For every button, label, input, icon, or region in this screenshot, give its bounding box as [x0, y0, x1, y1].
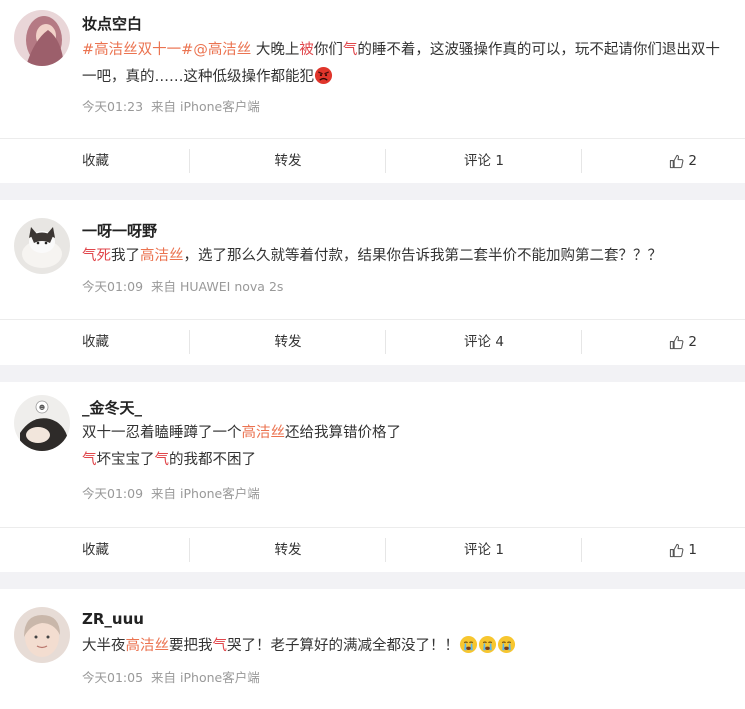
comment-text: 双十一忍着瞌睡蹲了一个高洁丝还给我算错价格了 气坏宝宝了气的我都不困了	[82, 420, 732, 474]
comment-meta: 今天01:09 来自 iPhone客户端	[82, 483, 260, 502]
text-segment: 你们	[313, 42, 343, 58]
text-segment: ，选了那么久就等着付款，结果你告诉我第二套半价不能加购第二套？？？	[183, 248, 663, 264]
like-count: 2	[688, 334, 697, 350]
thumbs-up-icon	[670, 154, 684, 168]
like-button[interactable]: 2	[582, 320, 745, 364]
timestamp: 今天01:23	[82, 99, 144, 114]
text-segment: 还给我算错价格了	[285, 425, 401, 441]
comment-meta: 今天01:23 来自 iPhone客户端	[82, 96, 260, 115]
crying-face-emoji-icon	[459, 635, 478, 654]
keyword-highlight[interactable]: 高洁丝	[126, 638, 170, 654]
timestamp: 今天01:09	[82, 486, 144, 501]
action-bar: 收藏 转发 评论 1 2	[0, 138, 745, 183]
comment-card: ☻ _金冬天_ 双十一忍着瞌睡蹲了一个高洁丝还给我算错价格了 气坏宝宝了气的我都不…	[0, 382, 745, 572]
keyword-highlight[interactable]: 高洁丝	[242, 425, 286, 441]
favorite-button[interactable]: 收藏	[0, 528, 190, 572]
repost-button[interactable]: 转发	[190, 320, 386, 364]
keyword-highlight: 气	[212, 638, 228, 654]
comment-text: 气死我了高洁丝，选了那么久就等着付款，结果你告诉我第二套半价不能加购第二套？？？	[82, 243, 732, 270]
comment-meta: 今天01:09 来自 HUAWEI nova 2s	[82, 276, 283, 295]
avatar[interactable]	[14, 607, 70, 663]
avatar[interactable]: ☻	[14, 395, 70, 451]
source-client: 来自 HUAWEI nova 2s	[151, 279, 284, 294]
repost-button[interactable]: 转发	[190, 528, 386, 572]
source-client: 来自 iPhone客户端	[151, 670, 260, 685]
comment-card: 一呀一呀野 气死我了高洁丝，选了那么久就等着付款，结果你告诉我第二套半价不能加购…	[0, 200, 745, 365]
like-count: 2	[688, 153, 697, 169]
repost-button[interactable]: 转发	[190, 139, 386, 183]
username[interactable]: _金冬天_	[82, 397, 142, 418]
keyword-highlight: 气死	[82, 248, 111, 264]
avatar[interactable]	[14, 218, 70, 274]
comment-text: #高洁丝双十一#@高洁丝 大晚上被你们气的睡不着，这波骚操作真的可以，玩不起请你…	[82, 37, 732, 91]
like-button[interactable]: 1	[582, 528, 745, 572]
source-client: 来自 iPhone客户端	[151, 99, 260, 114]
text-segment: 大半夜	[82, 638, 126, 654]
text-segment: 双十一忍着瞌睡蹲了一个	[82, 425, 242, 441]
action-bar: 收藏 转发 评论 1 1	[0, 527, 745, 572]
thumbs-up-icon	[670, 335, 684, 349]
comment-card: ZR_uuu 大半夜高洁丝要把我气哭了！老子算好的满减全都没了！！ 今天01:0…	[0, 589, 745, 709]
crying-face-emoji-icon	[497, 635, 516, 654]
comment-button[interactable]: 评论 4	[386, 320, 582, 364]
source-client: 来自 iPhone客户端	[151, 486, 260, 501]
comment-button[interactable]: 评论 1	[386, 139, 582, 183]
timestamp: 今天01:09	[82, 279, 144, 294]
thumbs-up-icon	[670, 543, 684, 557]
text-segment: 哭了！老子算好的满减全都没了！！	[227, 638, 459, 654]
svg-text:☻: ☻	[39, 405, 45, 412]
username[interactable]: 妆点空白	[82, 13, 142, 34]
comment-meta: 今天01:05 来自 iPhone客户端	[82, 667, 260, 686]
text-segment: 要把我	[169, 638, 213, 654]
text-segment: 大晚上	[251, 42, 300, 58]
like-count: 1	[688, 542, 697, 558]
comment-text: 大半夜高洁丝要把我气哭了！老子算好的满减全都没了！！	[82, 633, 732, 660]
text-segment: 的我都不困了	[169, 452, 256, 468]
hashtag-link[interactable]: @高洁丝	[193, 42, 251, 58]
hashtag-link[interactable]: #高洁丝双十一#	[82, 42, 193, 58]
crying-face-emoji-icon	[478, 635, 497, 654]
username[interactable]: ZR_uuu	[82, 610, 144, 628]
action-bar: 收藏 转发 评论 4 2	[0, 319, 745, 364]
username[interactable]: 一呀一呀野	[82, 220, 157, 241]
like-button[interactable]: 2	[582, 139, 745, 183]
avatar[interactable]	[14, 10, 70, 66]
favorite-button[interactable]: 收藏	[0, 320, 190, 364]
comment-feed: 妆点空白 #高洁丝双十一#@高洁丝 大晚上被你们气的睡不着，这波骚操作真的可以，…	[0, 0, 745, 709]
text-segment: 我了	[111, 248, 140, 264]
keyword-highlight[interactable]: 高洁丝	[140, 248, 184, 264]
angry-face-emoji-icon	[314, 66, 333, 85]
keyword-highlight: 被	[299, 42, 314, 58]
keyword-highlight: 气	[154, 452, 170, 468]
keyword-highlight: 气	[82, 452, 97, 468]
keyword-highlight: 气	[342, 42, 358, 58]
timestamp: 今天01:05	[82, 670, 144, 685]
comment-button[interactable]: 评论 1	[386, 528, 582, 572]
favorite-button[interactable]: 收藏	[0, 139, 190, 183]
text-segment: 坏宝宝了	[96, 452, 155, 468]
comment-card: 妆点空白 #高洁丝双十一#@高洁丝 大晚上被你们气的睡不着，这波骚操作真的可以，…	[0, 0, 745, 183]
